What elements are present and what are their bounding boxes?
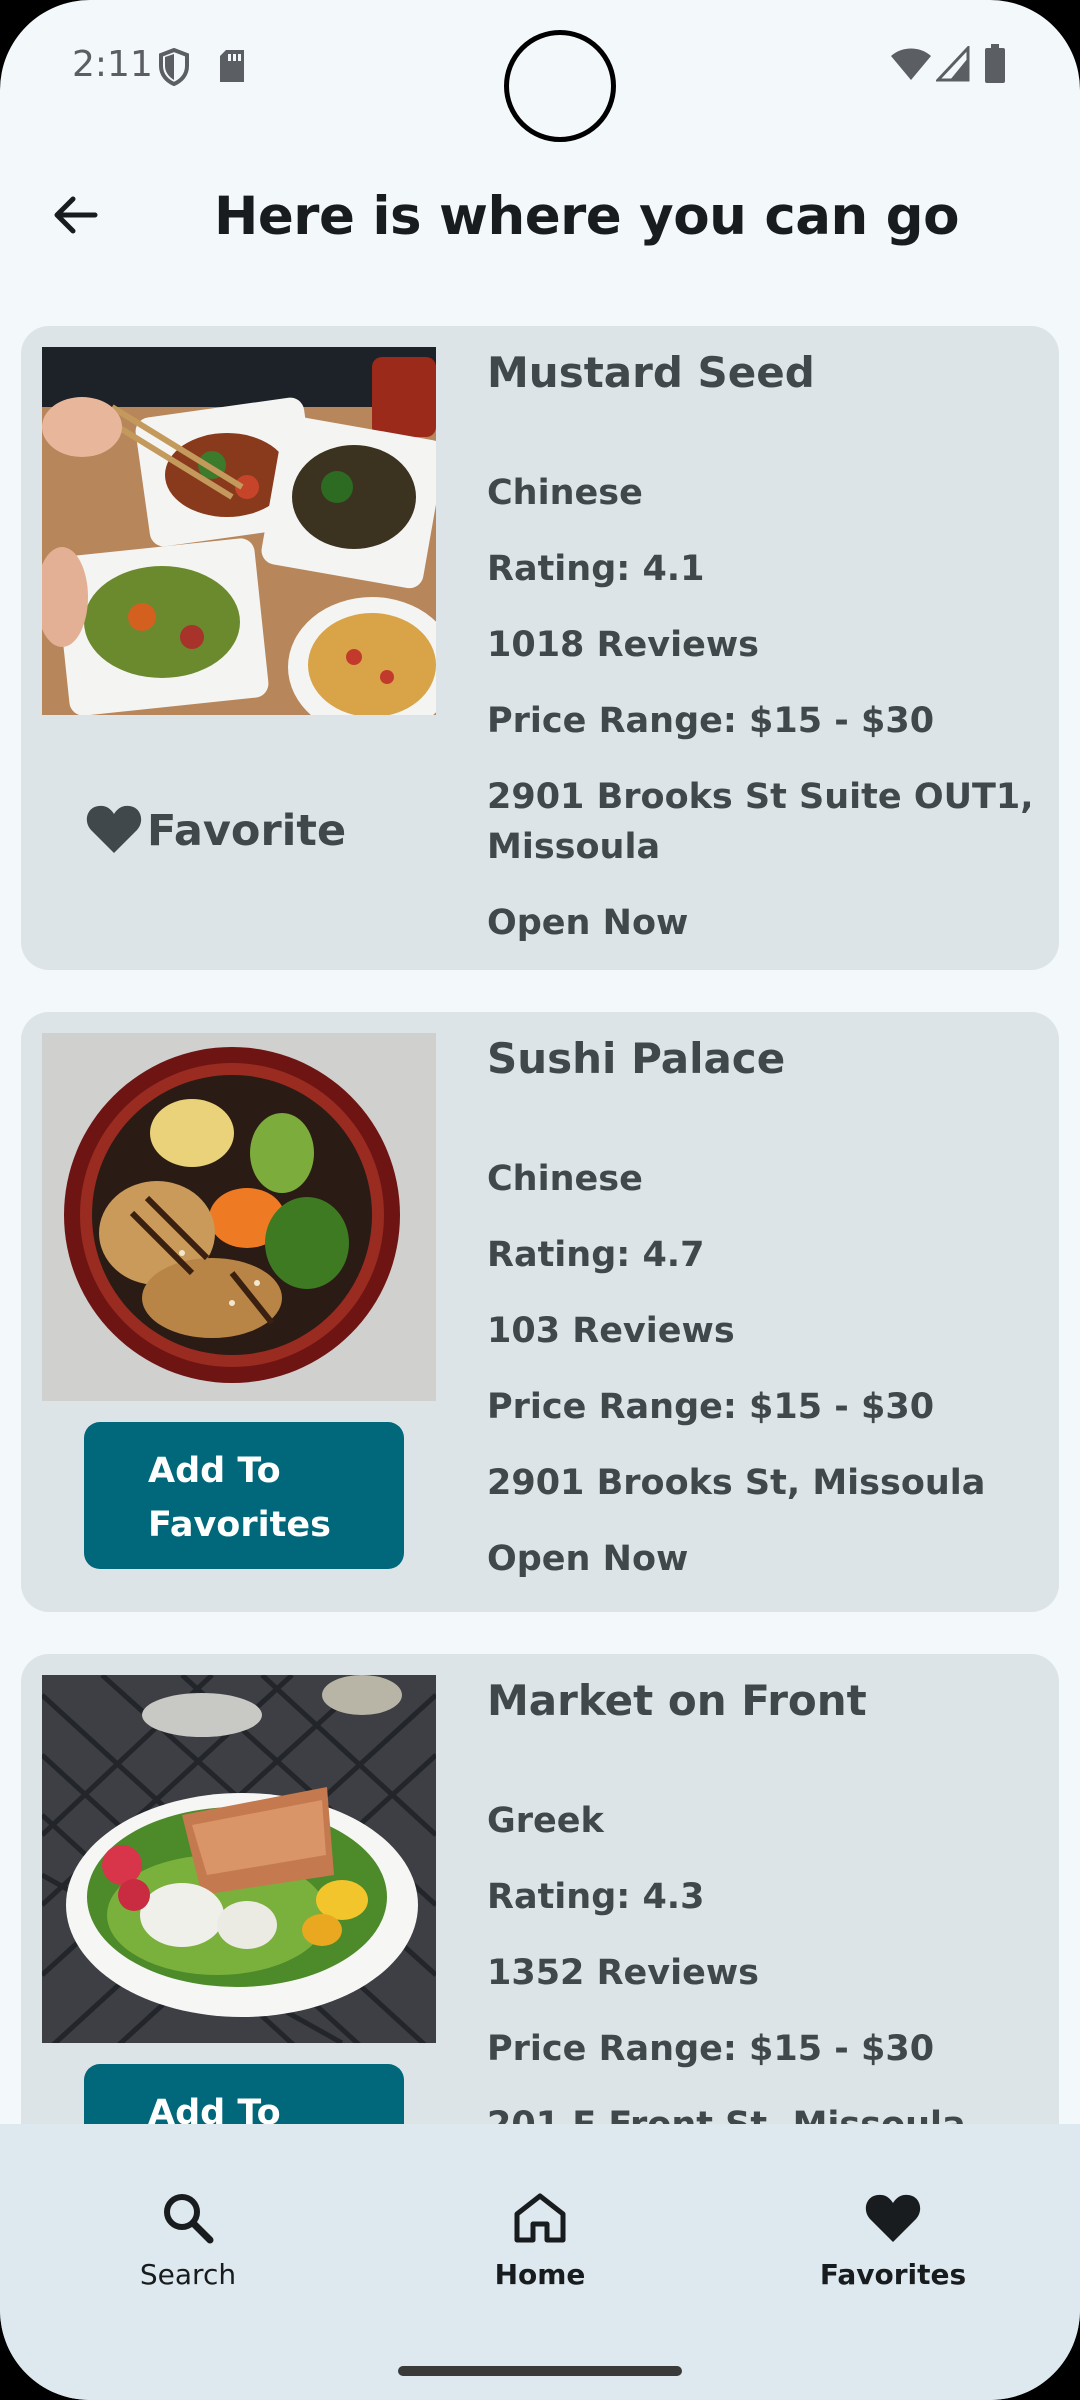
nav-label: Favorites: [819, 2258, 967, 2291]
restaurant-reviews: 103 Reviews: [487, 1311, 735, 1351]
nav-item-favorites[interactable]: Favorites: [773, 2188, 1013, 2291]
restaurant-status: Open Now: [487, 903, 689, 943]
favorite-label: Favorite: [147, 806, 347, 856]
restaurant-price: Price Range: $15 - $30: [487, 1387, 935, 1427]
restaurant-cuisine: Chinese: [487, 1159, 643, 1199]
restaurant-image: [42, 1675, 436, 2043]
nav-item-home[interactable]: Home: [420, 2188, 660, 2291]
restaurant-reviews: 1018 Reviews: [487, 625, 760, 665]
home-icon: [420, 2188, 660, 2248]
restaurant-card[interactable]: Add To Favorites Market on Front Greek R…: [21, 1654, 1059, 2126]
shield-icon: [158, 47, 190, 91]
restaurant-cuisine: Greek: [487, 1801, 604, 1841]
restaurant-price: Price Range: $15 - $30: [487, 2029, 935, 2069]
restaurant-price: Price Range: $15 - $30: [487, 701, 935, 741]
add-to-favorites-button[interactable]: Add To Favorites: [84, 1422, 404, 1569]
restaurant-reviews: 1352 Reviews: [487, 1953, 760, 1993]
restaurant-image: [42, 347, 436, 715]
add-to-favorites-button[interactable]: Add To Favorites: [84, 2064, 404, 2126]
bottom-navigation: Search Home Favorites: [0, 2124, 1080, 2400]
heart-icon: [773, 2188, 1013, 2248]
nav-label: Home: [494, 2258, 586, 2291]
app-screen: 2:11 Here is where you can go Favorite M…: [0, 0, 1080, 2400]
signal-icon: [934, 44, 970, 87]
restaurant-name: Mustard Seed: [487, 348, 815, 397]
restaurant-image: [42, 1033, 436, 1401]
sd-card-icon: [218, 48, 246, 89]
home-indicator[interactable]: [398, 2366, 682, 2376]
top-app-bar: Here is where you can go: [0, 160, 1080, 270]
restaurant-rating: Rating: 4.7: [487, 1235, 705, 1275]
battery-icon: [984, 44, 1006, 89]
heart-icon: [85, 803, 143, 860]
restaurant-address: 2901 Brooks St, Missoula: [487, 1463, 986, 1503]
front-camera: [504, 30, 616, 142]
restaurant-name: Sushi Palace: [487, 1034, 786, 1083]
restaurant-rating: Rating: 4.1: [487, 549, 705, 589]
restaurant-address: 2901 Brooks St Suite OUT1, Missoula: [487, 777, 1034, 867]
restaurant-address: 201 E Front St, Missoula: [487, 2105, 966, 2126]
restaurant-card[interactable]: Favorite Mustard Seed Chinese Rating: 4.…: [21, 326, 1059, 970]
nav-item-search[interactable]: Search: [68, 2188, 308, 2291]
restaurant-card[interactable]: Add To Favorites Sushi Palace Chinese Ra…: [21, 1012, 1059, 1612]
restaurant-status: Open Now: [487, 1539, 689, 1579]
status-bar: 2:11: [0, 0, 1080, 142]
restaurant-rating: Rating: 4.3: [487, 1877, 705, 1917]
back-button[interactable]: [40, 182, 110, 252]
restaurant-name: Market on Front: [487, 1676, 867, 1725]
restaurant-list[interactable]: Favorite Mustard Seed Chinese Rating: 4.…: [0, 326, 1080, 2126]
favorite-toggle[interactable]: Favorite: [85, 796, 346, 866]
arrow-back-icon: [51, 195, 99, 240]
search-icon: [68, 2188, 308, 2248]
status-time: 2:11: [72, 44, 153, 85]
restaurant-cuisine: Chinese: [487, 473, 643, 513]
nav-label: Search: [139, 2258, 237, 2291]
page-title: Here is where you can go: [214, 186, 960, 247]
wifi-icon: [890, 46, 932, 87]
